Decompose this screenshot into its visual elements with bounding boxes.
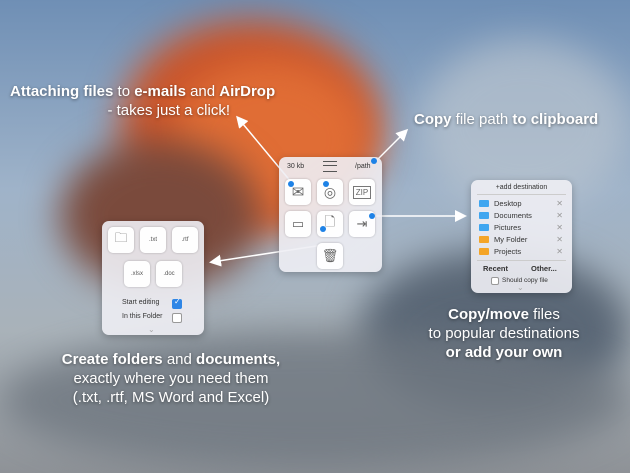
chevron-down-icon[interactable]: ⌄	[517, 283, 524, 292]
remove-icon[interactable]: ✕	[556, 235, 563, 244]
add-destination-button[interactable]: +add destination	[471, 184, 572, 191]
create-panel: 🗀 .txt .rtf .xlsx .doc Start editing ✓ I…	[102, 221, 204, 335]
new-file-hotspot	[320, 226, 326, 232]
caption-copy-move: Copy/move files to popular destinations …	[428, 306, 580, 361]
destination-projects[interactable]: Projects ✕	[479, 246, 569, 257]
copy-path-hotspot	[371, 158, 377, 164]
checkmark-icon: ✓	[174, 297, 181, 306]
new-file-button[interactable]: 🗋	[317, 211, 343, 237]
rtf-icon: .rtf	[181, 237, 189, 243]
move-hotspot	[369, 213, 375, 219]
remove-icon[interactable]: ✕	[556, 211, 563, 220]
new-rtf-button[interactable]: .rtf	[172, 227, 198, 253]
zip-button[interactable]: ZIP	[349, 179, 375, 205]
trash-icon: 🗑	[321, 248, 339, 263]
should-copy-label: Should copy file	[502, 277, 548, 284]
destinations-panel: +add destination Desktop ✕ Documents ✕ P…	[471, 180, 572, 293]
destination-pictures[interactable]: Pictures ✕	[479, 222, 569, 233]
recent-button[interactable]: Recent	[483, 264, 508, 273]
destination-my-folder[interactable]: My Folder ✕	[479, 234, 569, 245]
destination-desktop[interactable]: Desktop ✕	[479, 198, 569, 209]
folder-icon	[479, 224, 489, 231]
envelope-icon: ✉	[291, 184, 305, 201]
xlsx-icon: .xlsx	[131, 271, 143, 277]
trash-button[interactable]: 🗑	[317, 243, 343, 269]
move-arrow-icon: ⇥	[356, 216, 368, 231]
screenshot-button[interactable]: ▭	[285, 211, 311, 237]
new-folder-button[interactable]: 🗀	[108, 227, 134, 253]
start-editing-label: Start editing	[122, 299, 160, 306]
file-size-label: 30 kb	[287, 163, 305, 170]
copy-path-button[interactable]: /path	[355, 163, 371, 170]
folder-plus-icon: 🗀	[114, 230, 128, 245]
chevron-down-icon[interactable]: ⌄	[148, 325, 155, 334]
folder-icon	[479, 248, 489, 255]
folder-icon	[479, 200, 489, 207]
new-doc-button[interactable]: .doc	[156, 261, 182, 287]
other-button[interactable]: Other...	[531, 264, 557, 273]
destination-documents[interactable]: Documents ✕	[479, 210, 569, 221]
new-xlsx-button[interactable]: .xlsx	[124, 261, 150, 287]
doc-icon: .doc	[163, 271, 175, 277]
zip-icon: ZIP	[352, 185, 372, 199]
start-editing-checkbox[interactable]: ✓	[172, 297, 182, 309]
airdrop-button[interactable]: ◎	[317, 179, 343, 205]
remove-icon[interactable]: ✕	[556, 223, 563, 232]
should-copy-checkbox[interactable]	[491, 277, 499, 285]
menu-icon[interactable]	[323, 161, 337, 172]
remove-icon[interactable]: ✕	[556, 199, 563, 208]
caption-attach: Attaching files to e-mails and AirDrop -…	[10, 83, 276, 119]
in-this-folder-checkbox[interactable]	[172, 313, 182, 323]
new-document-icon: 🗋	[324, 214, 336, 229]
folder-icon	[479, 212, 489, 219]
in-this-folder-label: In this Folder	[122, 313, 163, 320]
caption-create: Create folders and documents, exactly wh…	[61, 351, 281, 406]
remove-icon[interactable]: ✕	[556, 247, 563, 256]
caption-copy-path: Copy file path to clipboard	[414, 111, 599, 128]
airdrop-hotspot	[323, 181, 329, 187]
new-txt-button[interactable]: .txt	[140, 227, 166, 253]
attach-hotspot	[288, 181, 294, 187]
monitor-icon: ▭	[291, 216, 305, 231]
txt-icon: .txt	[148, 237, 157, 243]
folder-icon	[479, 236, 489, 243]
main-panel: 30 kb /path ✉ ◎ ZIP ▭ 🗋 ⇥ 🗑	[279, 157, 382, 272]
